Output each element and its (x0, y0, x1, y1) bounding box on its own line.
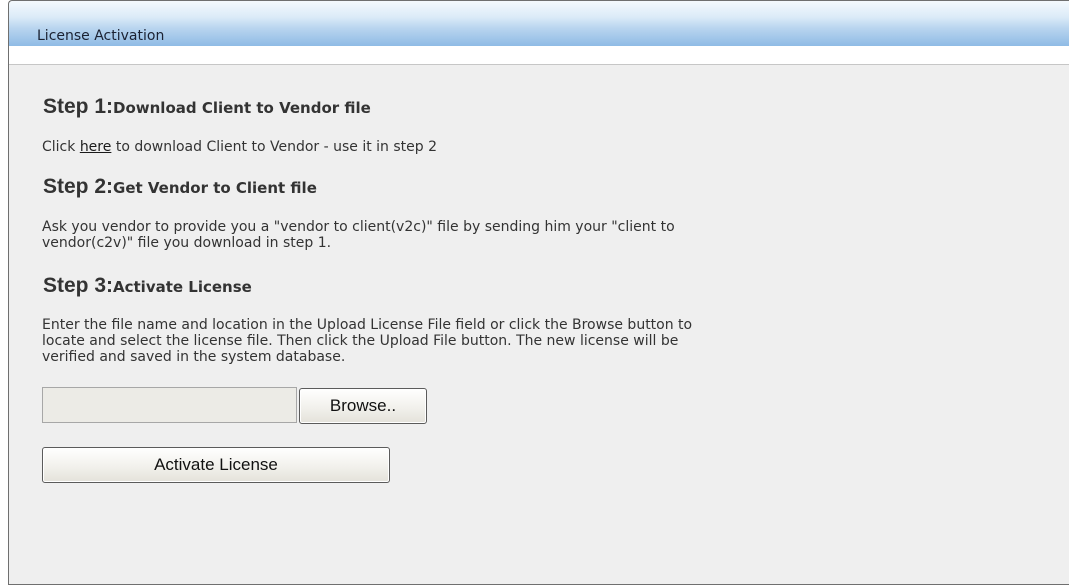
step-3-heading: Step 3:Activate License (43, 274, 252, 298)
step-1-description: Click here to download Client to Vendor … (42, 139, 437, 155)
step-2-desc-line-1: Ask you vendor to provide you a "vendor … (42, 219, 675, 235)
step-3-desc-line-1: Enter the file name and location in the … (42, 317, 693, 333)
header-divider (9, 46, 1069, 65)
step-1-heading: Step 1:Download Client to Vendor file (43, 95, 371, 119)
step-2-number: Step 2: (43, 175, 114, 198)
step-2-description: Ask you vendor to provide you a "vendor … (42, 219, 675, 251)
step-3-desc-line-2: locate and select the license file. Then… (42, 333, 679, 349)
step-1-desc-prefix: Click (42, 139, 80, 155)
download-here-link[interactable]: here (80, 139, 112, 155)
browse-button[interactable]: Browse.. (299, 388, 427, 424)
step-3-number: Step 3: (43, 274, 114, 297)
step-1-desc-suffix: to download Client to Vendor - use it in… (111, 139, 438, 155)
step-3-desc-line-3: verified and saved in the system databas… (42, 349, 346, 365)
step-3-title: Activate License (113, 278, 252, 296)
license-file-input[interactable] (42, 387, 297, 423)
step-2-heading: Step 2:Get Vendor to Client file (43, 175, 317, 199)
step-1-title: Download Client to Vendor file (113, 99, 371, 117)
step-2-desc-line-2: vendor(c2v)" file you download in step 1… (42, 235, 332, 251)
step-1-number: Step 1: (43, 95, 114, 118)
step-3-description: Enter the file name and location in the … (42, 317, 692, 365)
activate-license-button[interactable]: Activate License (42, 447, 390, 483)
panel-header-tab: License Activation (9, 1, 1069, 47)
license-activation-panel: License Activation Step 1:Download Clien… (8, 0, 1069, 585)
panel-title: License Activation (37, 28, 165, 44)
step-2-title: Get Vendor to Client file (113, 179, 317, 197)
